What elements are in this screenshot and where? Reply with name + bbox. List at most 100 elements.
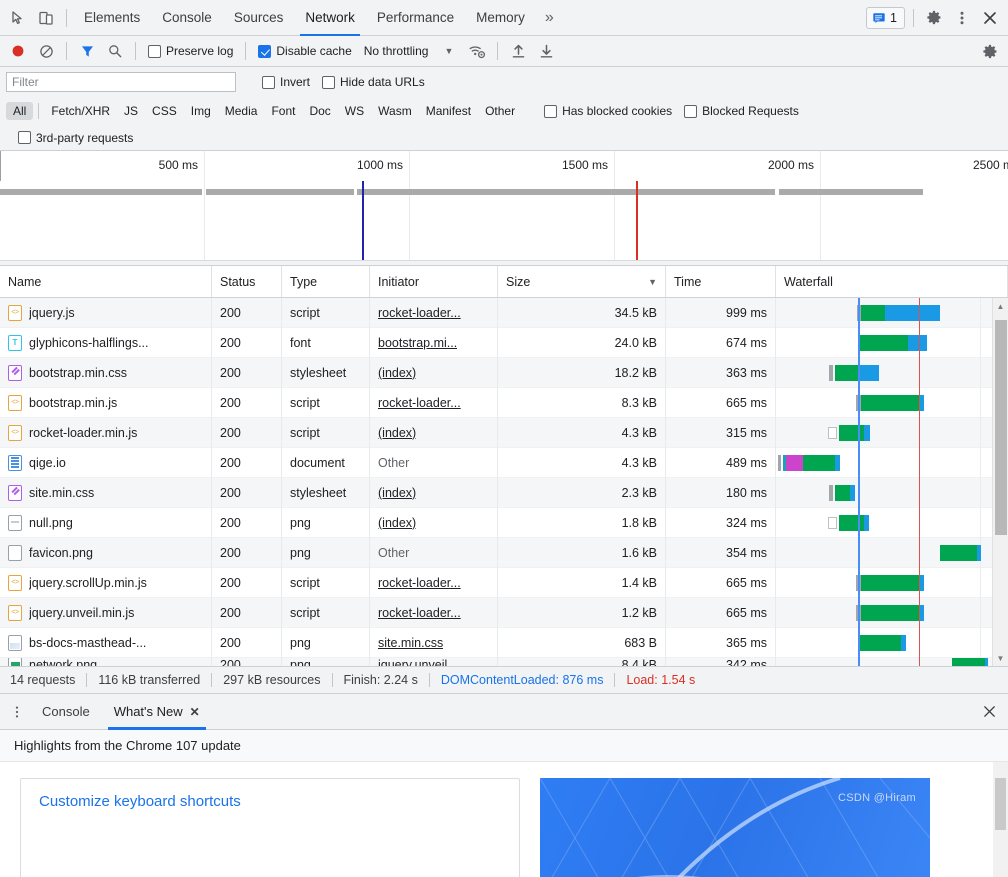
blocked-requests-checkbox[interactable]: Blocked Requests bbox=[678, 104, 805, 118]
table-row[interactable]: qige.io 200 document Other 4.3 kB 489 ms bbox=[0, 447, 1008, 478]
column-header-name[interactable]: Name bbox=[0, 266, 212, 297]
table-row[interactable]: favicon.png 200 png Other 1.6 kB 354 ms bbox=[0, 537, 1008, 568]
more-options-icon[interactable] bbox=[948, 4, 976, 32]
scroll-up-icon[interactable]: ▲ bbox=[993, 298, 1008, 314]
table-header-row: Name Status Type Initiator Size ▼ Time W… bbox=[0, 266, 1008, 298]
whats-new-card-title[interactable]: Customize keyboard shortcuts bbox=[39, 793, 501, 810]
stylesheet-icon bbox=[8, 364, 22, 381]
request-type: script bbox=[290, 425, 320, 440]
drawer-scrollbar[interactable] bbox=[993, 762, 1008, 877]
table-row[interactable]: jquery.unveil.min.js 200 script rocket-l… bbox=[0, 597, 1008, 628]
request-time: 665 ms bbox=[726, 605, 767, 620]
column-header-initiator-label: Initiator bbox=[378, 274, 419, 289]
type-chip-manifest[interactable]: Manifest bbox=[419, 102, 478, 120]
throttling-caret-icon[interactable]: ▼ bbox=[430, 46, 463, 56]
request-initiator[interactable]: (index) bbox=[378, 516, 416, 530]
more-tabs-button[interactable]: » bbox=[536, 0, 563, 36]
issues-badge[interactable]: 1 bbox=[866, 6, 905, 29]
request-initiator[interactable]: (index) bbox=[378, 486, 416, 500]
request-time: 665 ms bbox=[726, 395, 767, 410]
type-chip-css[interactable]: CSS bbox=[145, 102, 184, 120]
drawer-more-options-icon[interactable] bbox=[4, 705, 30, 719]
column-header-type[interactable]: Type bbox=[282, 266, 370, 297]
column-header-waterfall[interactable]: Waterfall bbox=[776, 266, 1008, 297]
invert-checkbox[interactable]: Invert bbox=[256, 75, 316, 89]
table-row[interactable]: jquery.scrollUp.min.js 200 script rocket… bbox=[0, 567, 1008, 598]
device-toolbar-icon[interactable] bbox=[32, 4, 60, 32]
drawer-scrollbar-thumb[interactable] bbox=[995, 778, 1006, 830]
close-drawer-icon[interactable] bbox=[974, 704, 1004, 719]
column-header-time[interactable]: Time bbox=[666, 266, 776, 297]
type-chip-img[interactable]: Img bbox=[184, 102, 218, 120]
table-row[interactable]: bootstrap.min.js 200 script rocket-loade… bbox=[0, 387, 1008, 418]
throttling-select[interactable]: No throttling bbox=[358, 44, 431, 58]
scroll-down-icon[interactable]: ▼ bbox=[993, 650, 1008, 666]
type-chip-ws[interactable]: WS bbox=[338, 102, 371, 120]
close-devtools-icon[interactable] bbox=[976, 4, 1004, 32]
column-header-status[interactable]: Status bbox=[212, 266, 282, 297]
drawer-tab-whats-new[interactable]: What's New ✕ bbox=[102, 694, 212, 730]
preserve-log-checkbox[interactable]: Preserve log bbox=[142, 44, 239, 58]
type-chip-other[interactable]: Other bbox=[478, 102, 522, 120]
search-icon[interactable] bbox=[101, 37, 129, 65]
filter-input[interactable] bbox=[6, 72, 236, 92]
request-initiator[interactable]: (index) bbox=[378, 426, 416, 440]
drawer-tab-close-icon[interactable]: ✕ bbox=[190, 705, 200, 719]
drawer-tab-console-label: Console bbox=[42, 704, 90, 719]
filter-icon[interactable] bbox=[73, 37, 101, 65]
type-chip-fetch-xhr[interactable]: Fetch/XHR bbox=[44, 102, 117, 120]
export-har-icon[interactable] bbox=[532, 37, 560, 65]
table-row[interactable]: bs-docs-masthead-... 200 png site.min.cs… bbox=[0, 627, 1008, 658]
table-row[interactable]: bootstrap.min.css 200 stylesheet (index)… bbox=[0, 357, 1008, 388]
type-chip-doc[interactable]: Doc bbox=[302, 102, 337, 120]
network-settings-gear-icon[interactable] bbox=[976, 37, 1004, 65]
request-initiator[interactable]: jquery.unveil bbox=[378, 658, 447, 666]
request-size: 1.2 kB bbox=[621, 605, 657, 620]
tab-memory[interactable]: Memory bbox=[465, 0, 536, 36]
table-row[interactable]: network.png 200 png jquery.unveil 8.4 kB… bbox=[0, 658, 1008, 666]
type-chip-font[interactable]: Font bbox=[264, 102, 302, 120]
tab-elements[interactable]: Elements bbox=[73, 0, 151, 36]
tab-network[interactable]: Network bbox=[294, 0, 366, 36]
table-row[interactable]: glyphicons-halflings... 200 font bootstr… bbox=[0, 327, 1008, 358]
request-size: 1.6 kB bbox=[621, 545, 657, 560]
request-initiator[interactable]: bootstrap.mi... bbox=[378, 336, 457, 350]
record-button[interactable] bbox=[4, 37, 32, 65]
drawer-tab-bar: Console What's New ✕ bbox=[0, 694, 1008, 730]
request-initiator[interactable]: rocket-loader... bbox=[378, 396, 461, 410]
tab-sources[interactable]: Sources bbox=[223, 0, 295, 36]
tab-console[interactable]: Console bbox=[151, 0, 223, 36]
network-overview[interactable]: 500 ms 1000 ms 1500 ms 2000 ms 2500 ms bbox=[0, 151, 1008, 266]
type-chip-all[interactable]: All bbox=[6, 102, 34, 120]
third-party-requests-checkbox[interactable]: 3rd-party requests bbox=[6, 131, 139, 145]
whats-new-card[interactable]: Customize keyboard shortcuts bbox=[20, 778, 520, 877]
column-header-size[interactable]: Size ▼ bbox=[498, 266, 666, 297]
column-header-initiator[interactable]: Initiator bbox=[370, 266, 498, 297]
drawer-tab-console[interactable]: Console bbox=[30, 694, 102, 730]
type-chip-wasm[interactable]: Wasm bbox=[371, 102, 419, 120]
request-initiator[interactable]: rocket-loader... bbox=[378, 306, 461, 320]
settings-gear-icon[interactable] bbox=[920, 4, 948, 32]
hide-data-urls-checkbox[interactable]: Hide data URLs bbox=[316, 75, 431, 89]
disable-cache-checkbox[interactable]: Disable cache bbox=[252, 44, 357, 58]
type-chip-media[interactable]: Media bbox=[218, 102, 265, 120]
request-initiator[interactable]: site.min.css bbox=[378, 636, 443, 650]
has-blocked-cookies-checkbox[interactable]: Has blocked cookies bbox=[538, 104, 678, 118]
table-row[interactable]: jquery.js 200 script rocket-loader... 34… bbox=[0, 298, 1008, 328]
inspect-element-icon[interactable] bbox=[4, 4, 32, 32]
clear-button[interactable] bbox=[32, 37, 60, 65]
request-initiator[interactable]: rocket-loader... bbox=[378, 606, 461, 620]
table-scrollbar[interactable]: ▲ ▼ bbox=[992, 298, 1008, 666]
table-row[interactable]: null.png 200 png (index) 1.8 kB 324 ms bbox=[0, 507, 1008, 538]
table-row[interactable]: site.min.css 200 stylesheet (index) 2.3 … bbox=[0, 477, 1008, 508]
import-har-icon[interactable] bbox=[504, 37, 532, 65]
request-initiator[interactable]: (index) bbox=[378, 366, 416, 380]
scrollbar-track[interactable] bbox=[993, 314, 1008, 650]
whats-new-thumbnail[interactable]: CSDN @Hiram bbox=[540, 778, 930, 877]
tab-performance[interactable]: Performance bbox=[366, 0, 465, 36]
table-row[interactable]: rocket-loader.min.js 200 script (index) … bbox=[0, 417, 1008, 448]
type-chip-js[interactable]: JS bbox=[117, 102, 145, 120]
request-initiator[interactable]: rocket-loader... bbox=[378, 576, 461, 590]
network-conditions-icon[interactable] bbox=[463, 37, 491, 65]
scrollbar-thumb[interactable] bbox=[994, 320, 1007, 535]
